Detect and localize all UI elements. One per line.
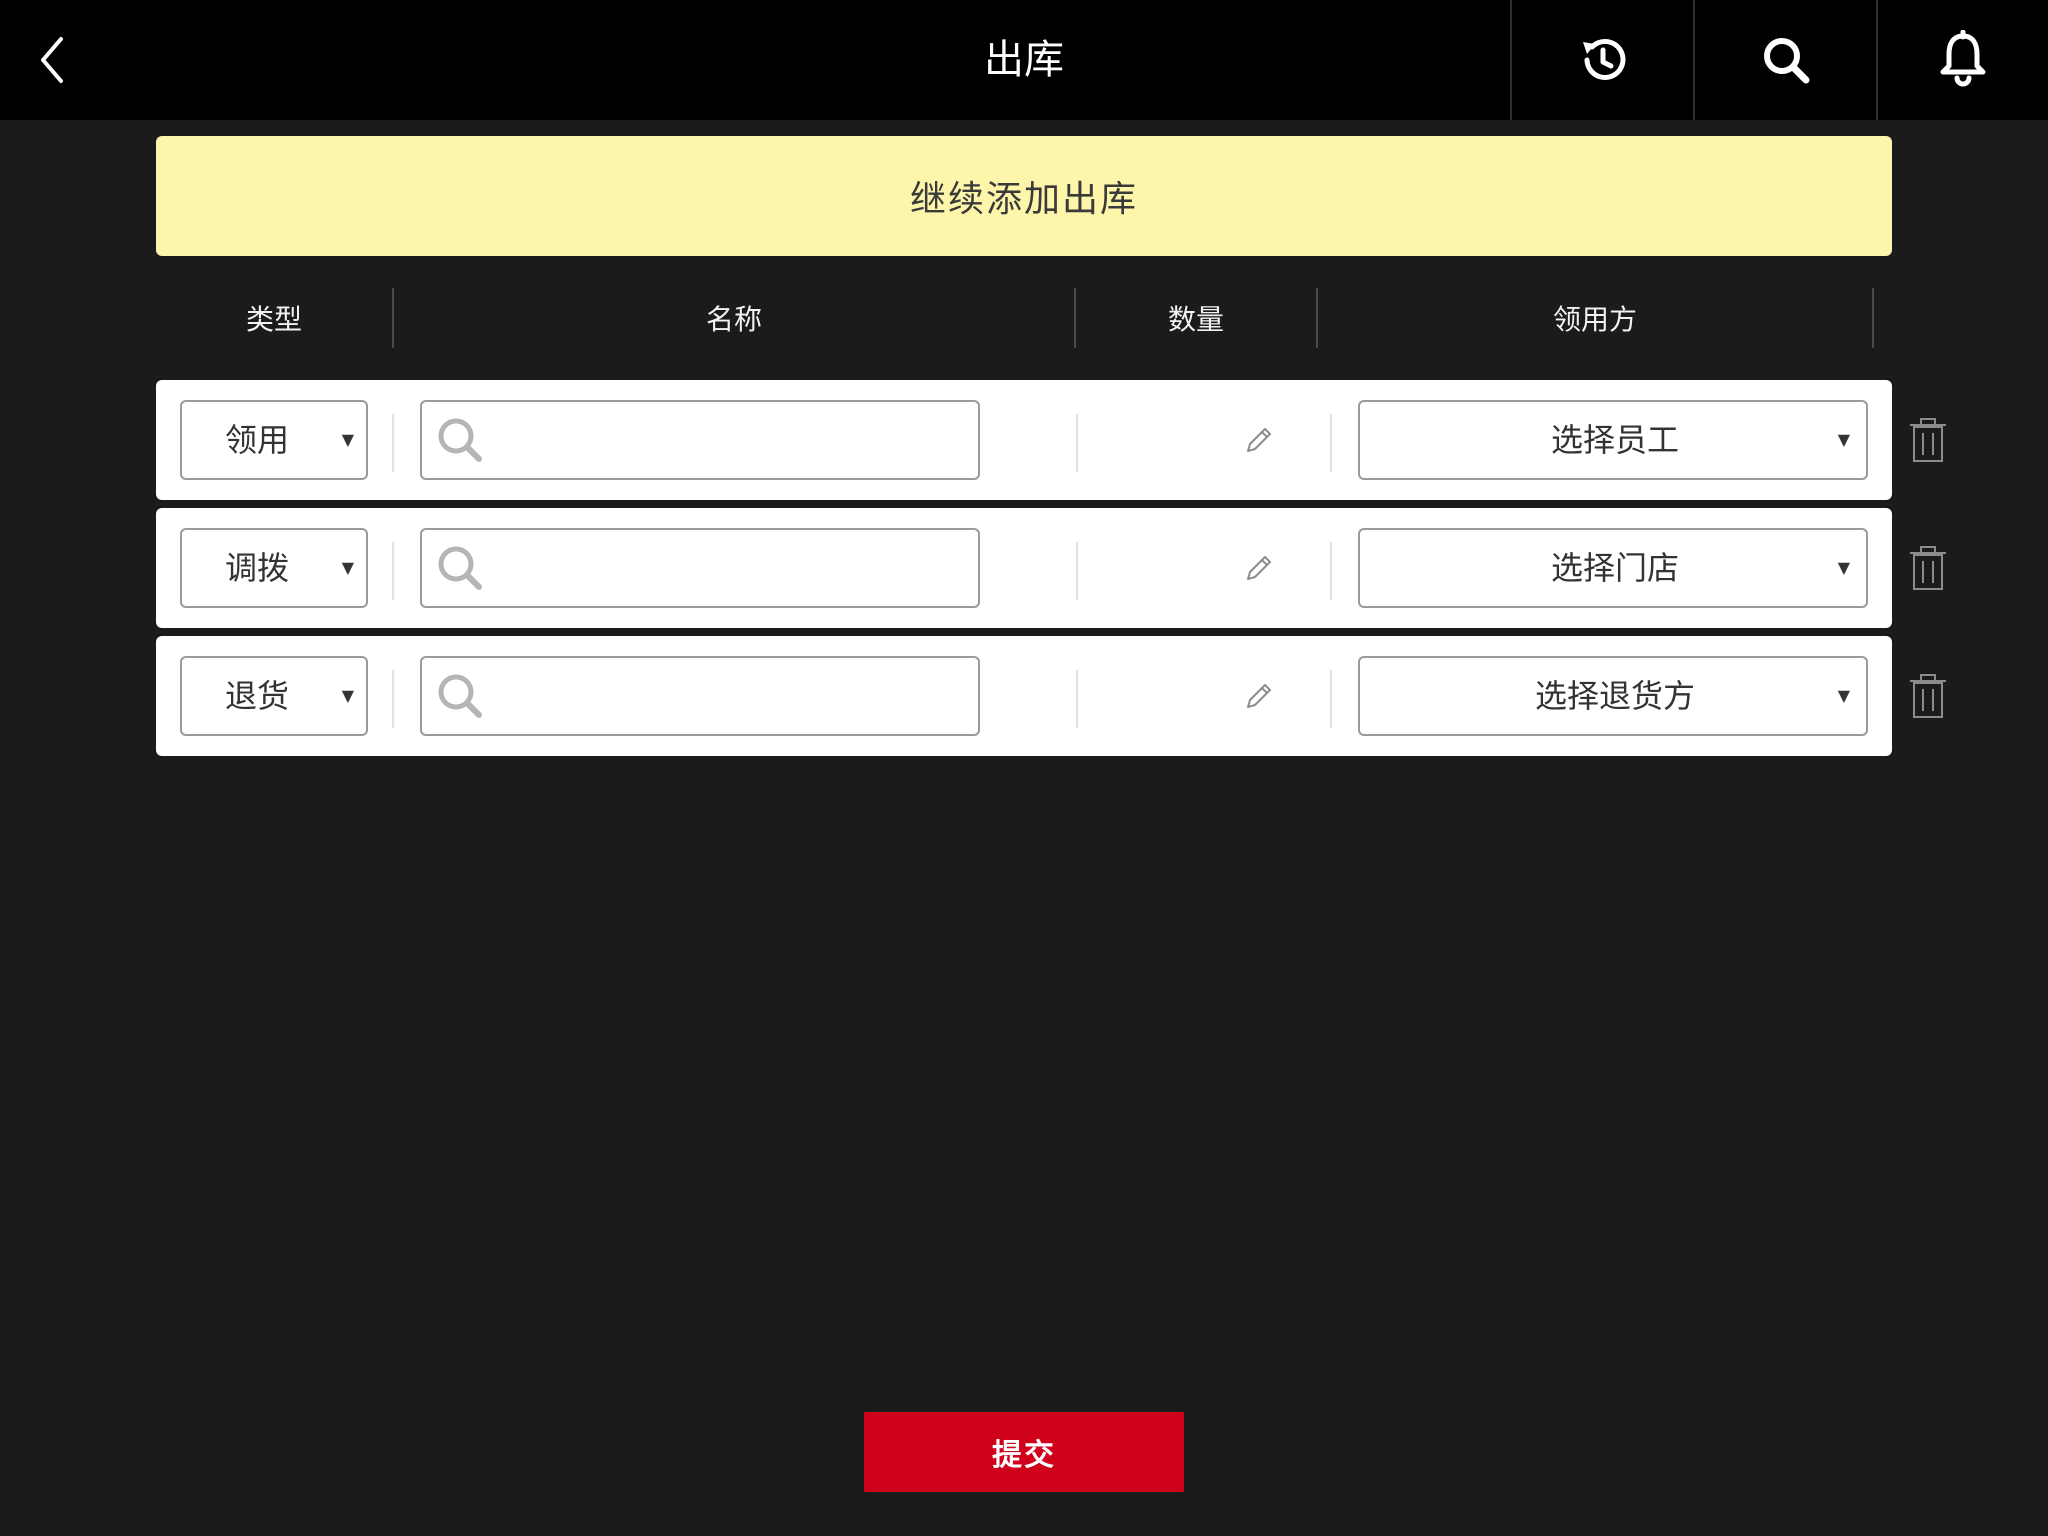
delete-row-button[interactable]	[1900, 405, 1956, 475]
row-divider	[1330, 670, 1332, 728]
notification-button[interactable]	[1876, 0, 2048, 120]
column-header-name: 名称	[705, 303, 762, 336]
search-icon	[438, 674, 482, 718]
search-icon	[438, 546, 482, 590]
type-select[interactable]: 调拨 ▼	[180, 528, 368, 608]
party-select[interactable]: 选择门店 ▼	[1358, 528, 1868, 608]
search-icon	[438, 418, 482, 462]
submit-button[interactable]: 提交	[864, 1412, 1184, 1492]
row-divider	[1330, 542, 1332, 600]
delete-row-button[interactable]	[1900, 533, 1956, 603]
trash-icon	[1910, 418, 1946, 462]
caret-down-icon: ▼	[341, 558, 354, 577]
party-select[interactable]: 选择退货方 ▼	[1358, 656, 1868, 736]
column-header-quantity: 数量	[1167, 303, 1224, 336]
column-divider	[1872, 288, 1874, 348]
outbound-row: 领用 ▼ 选择员工 ▼	[156, 380, 1892, 500]
trash-icon	[1910, 674, 1946, 718]
quantity-edit-button[interactable]	[1214, 666, 1304, 726]
type-select[interactable]: 退货 ▼	[180, 656, 368, 736]
name-search-input[interactable]	[492, 662, 962, 730]
party-select-value: 选择退货方	[1534, 677, 1695, 715]
name-search-field[interactable]	[420, 400, 980, 480]
name-search-field[interactable]	[420, 656, 980, 736]
search-icon	[1763, 38, 1809, 84]
pencil-icon	[1247, 556, 1271, 580]
column-header-type: 类型	[245, 303, 302, 336]
back-button[interactable]	[20, 20, 84, 100]
name-search-field[interactable]	[420, 528, 980, 608]
type-select-value: 调拨	[224, 549, 289, 587]
column-header-party: 领用方	[1552, 303, 1637, 336]
add-outbound-button[interactable]: 继续添加出库	[156, 136, 1892, 256]
trash-icon	[1910, 546, 1946, 590]
outbound-row: 退货 ▼ 选择退货方 ▼	[156, 636, 1892, 756]
party-select-value: 选择员工	[1550, 421, 1679, 459]
chevron-left-icon	[41, 37, 63, 83]
caret-down-icon: ▼	[341, 430, 354, 449]
caret-down-icon: ▼	[1837, 430, 1850, 449]
row-divider	[1330, 414, 1332, 472]
outbound-row: 调拨 ▼ 选择门店 ▼	[156, 508, 1892, 628]
search-button[interactable]	[1693, 0, 1876, 120]
row-divider	[392, 414, 394, 472]
party-select-value: 选择门店	[1550, 549, 1679, 587]
caret-down-icon: ▼	[341, 686, 354, 705]
row-divider	[1076, 414, 1078, 472]
type-select[interactable]: 领用 ▼	[180, 400, 368, 480]
quantity-edit-button[interactable]	[1214, 410, 1304, 470]
history-icon	[1582, 38, 1625, 80]
row-divider	[392, 542, 394, 600]
row-divider	[1076, 542, 1078, 600]
bell-icon	[1940, 30, 1986, 87]
quantity-edit-button[interactable]	[1214, 538, 1304, 598]
caret-down-icon: ▼	[1837, 686, 1850, 705]
pencil-icon	[1247, 684, 1271, 708]
name-search-input[interactable]	[492, 534, 962, 602]
name-search-input[interactable]	[492, 406, 962, 474]
type-select-value: 退货	[224, 677, 289, 715]
delete-row-button[interactable]	[1900, 661, 1956, 731]
pencil-icon	[1247, 428, 1271, 452]
row-divider	[392, 670, 394, 728]
history-button[interactable]	[1510, 0, 1693, 120]
type-select-value: 领用	[224, 421, 289, 459]
top-bar: 出库	[0, 0, 2048, 120]
caret-down-icon: ▼	[1837, 558, 1850, 577]
row-divider	[1076, 670, 1078, 728]
party-select[interactable]: 选择员工 ▼	[1358, 400, 1868, 480]
